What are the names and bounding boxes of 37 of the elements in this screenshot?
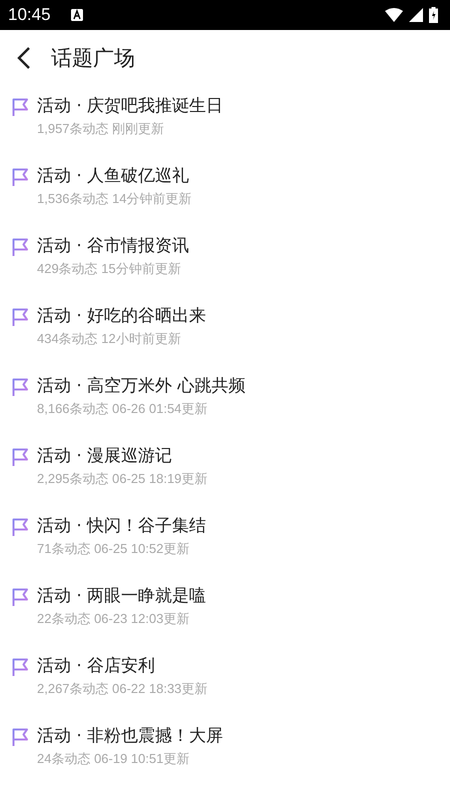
flag-icon: [12, 168, 29, 186]
topic-meta: 2,295条动态 06-25 18:19更新: [37, 470, 208, 488]
topic-meta: 24条动态 06-19 10:51更新: [37, 750, 190, 768]
flag-icon: [12, 308, 29, 326]
topic-meta: 8,166条动态 06-26 01:54更新: [37, 400, 209, 418]
topic-title[interactable]: 活动 · 两眼一睁就是嗑: [37, 584, 206, 607]
flag-icon: [12, 238, 29, 256]
back-icon[interactable]: [17, 47, 31, 69]
flag-icon: [12, 448, 29, 466]
topic-meta: 71条动态 06-25 10:52更新: [37, 540, 190, 558]
topic-title[interactable]: 活动 · 快闪！谷子集结: [37, 514, 206, 537]
flag-icon: [12, 588, 29, 606]
topic-title[interactable]: 活动 · 人鱼破亿巡礼: [37, 164, 192, 187]
signal-icon: [409, 8, 423, 22]
topic-meta: 434条动态 12小时前更新: [37, 330, 182, 348]
flag-icon: [12, 98, 29, 116]
flag-icon: [12, 728, 29, 746]
topic-title[interactable]: 活动 · 高空万米外 心跳共频: [37, 374, 246, 397]
page-title: 话题广场: [51, 45, 135, 72]
wifi-icon: [385, 8, 403, 22]
topic-meta: 2,267条动态 06-22 18:33更新: [37, 680, 208, 698]
topic-meta: 1,957条动态 刚刚更新: [37, 120, 166, 138]
topic-meta: 1,536条动态 14分钟前更新: [37, 190, 192, 208]
topic-meta: 429条动态 15分钟前更新: [37, 260, 182, 278]
flag-icon: [12, 378, 29, 396]
topic-title[interactable]: 活动 · 漫展巡游记: [37, 444, 208, 467]
topic-meta: 22条动态 06-23 12:03更新: [37, 610, 190, 628]
topic-title[interactable]: 活动 · 谷市情报资讯: [37, 234, 190, 257]
notification-icon: [70, 9, 83, 21]
flag-icon: [12, 658, 29, 676]
topic-title[interactable]: 活动 · 谷店安利: [37, 654, 208, 677]
topic-title[interactable]: 活动 · 庆贺吧我推诞生日: [37, 94, 224, 117]
topic-title[interactable]: 活动 · 好吃的谷晒出来: [37, 304, 206, 327]
status-time: 10:45: [8, 5, 51, 25]
flag-icon: [12, 518, 29, 536]
battery-icon: [429, 7, 438, 23]
topic-title[interactable]: 活动 · 非粉也震撼！大屏: [37, 724, 224, 747]
